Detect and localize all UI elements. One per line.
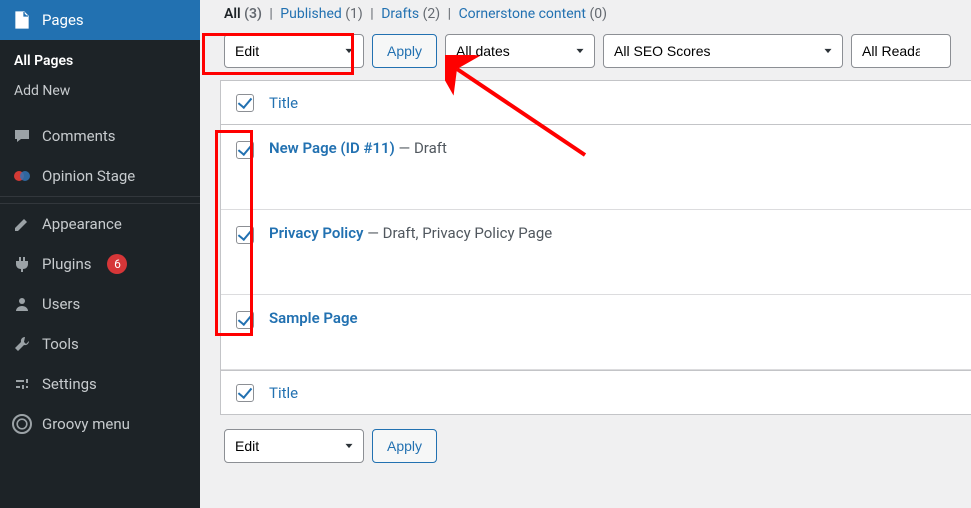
tablenav-top: Edit Apply All dates All SEO Scores All … bbox=[220, 34, 971, 80]
sidebar-item-opinion-stage[interactable]: Opinion Stage bbox=[0, 156, 200, 196]
row-status: — Draft, Privacy Policy Page bbox=[363, 224, 552, 242]
readability-select[interactable]: All Readal bbox=[851, 34, 951, 68]
plugins-update-badge: 6 bbox=[107, 254, 127, 274]
sidebar-item-comments[interactable]: Comments bbox=[0, 116, 200, 156]
row-title-link[interactable]: Privacy Policy bbox=[269, 224, 363, 242]
page-icon bbox=[12, 10, 32, 30]
pages-table: Title New Page (ID #11) — Draft Privacy … bbox=[220, 80, 971, 415]
date-filter-select[interactable]: All dates bbox=[445, 34, 595, 68]
tools-icon bbox=[12, 334, 32, 354]
table-row: Privacy Policy — Draft, Privacy Policy P… bbox=[221, 210, 971, 295]
seo-score-select[interactable]: All SEO Scores bbox=[603, 34, 843, 68]
sidebar-submenu-pages: All Pages Add New bbox=[0, 40, 200, 116]
groovy-menu-icon bbox=[12, 414, 32, 434]
sidebar-label: Users bbox=[42, 295, 80, 313]
plugins-icon bbox=[12, 254, 32, 274]
opinion-stage-icon bbox=[12, 166, 32, 186]
row-title-link[interactable]: New Page (ID #11) bbox=[269, 139, 395, 157]
table-header: Title bbox=[221, 81, 971, 125]
sidebar-item-pages[interactable]: Pages bbox=[0, 0, 200, 40]
sidebar-label: Comments bbox=[42, 127, 116, 145]
settings-icon bbox=[12, 374, 32, 394]
row-checkbox[interactable] bbox=[236, 226, 254, 244]
users-icon bbox=[12, 294, 32, 314]
comments-icon bbox=[12, 126, 32, 146]
sidebar-label: Appearance bbox=[42, 215, 122, 233]
sidebar-item-settings[interactable]: Settings bbox=[0, 364, 200, 404]
table-row: Sample Page bbox=[221, 295, 971, 370]
sidebar-item-users[interactable]: Users bbox=[0, 284, 200, 324]
sidebar-label: Groovy menu bbox=[42, 415, 130, 433]
sidebar-label: Pages bbox=[42, 11, 84, 29]
sidebar-label: Opinion Stage bbox=[42, 167, 135, 185]
filter-drafts[interactable]: Drafts (2) bbox=[381, 6, 440, 22]
view-filter-links: All (3) | Published (1) | Drafts (2) | C… bbox=[220, 0, 971, 34]
select-all-checkbox-top[interactable] bbox=[236, 94, 254, 112]
sidebar-separator bbox=[0, 196, 200, 204]
row-title-link[interactable]: Sample Page bbox=[269, 309, 358, 327]
tablenav-bottom: Edit Apply bbox=[220, 415, 971, 463]
filter-published[interactable]: Published (1) bbox=[280, 6, 363, 22]
table-footer: Title bbox=[221, 370, 971, 414]
bulk-action-select[interactable]: Edit bbox=[224, 34, 364, 68]
filter-all[interactable]: All (3) bbox=[224, 6, 262, 22]
filter-cornerstone[interactable]: Cornerstone content (0) bbox=[459, 6, 607, 22]
sidebar-item-tools[interactable]: Tools bbox=[0, 324, 200, 364]
appearance-icon bbox=[12, 214, 32, 234]
admin-sidebar: Pages All Pages Add New Comments Opinion… bbox=[0, 0, 200, 508]
column-title-sort-bottom[interactable]: Title bbox=[269, 384, 298, 402]
sidebar-item-appearance[interactable]: Appearance bbox=[0, 204, 200, 244]
column-title-sort[interactable]: Title bbox=[269, 94, 298, 112]
bulk-action-select-bottom[interactable]: Edit bbox=[224, 429, 364, 463]
row-status: — Draft bbox=[395, 139, 447, 157]
main-content: All (3) | Published (1) | Drafts (2) | C… bbox=[200, 0, 971, 508]
apply-button-top[interactable]: Apply bbox=[372, 34, 437, 68]
apply-button-bottom[interactable]: Apply bbox=[372, 429, 437, 463]
table-row: New Page (ID #11) — Draft bbox=[221, 125, 971, 210]
row-checkbox[interactable] bbox=[236, 141, 254, 159]
sidebar-item-plugins[interactable]: Plugins 6 bbox=[0, 244, 200, 284]
sidebar-label: Tools bbox=[42, 335, 79, 353]
sidebar-subitem-add-new[interactable]: Add New bbox=[0, 76, 200, 106]
select-all-checkbox-bottom[interactable] bbox=[236, 384, 254, 402]
sidebar-label: Settings bbox=[42, 375, 97, 393]
sidebar-item-groovy-menu[interactable]: Groovy menu bbox=[0, 404, 200, 444]
sidebar-label: Plugins bbox=[42, 255, 91, 273]
row-checkbox[interactable] bbox=[236, 311, 254, 329]
sidebar-subitem-all-pages[interactable]: All Pages bbox=[0, 46, 200, 76]
